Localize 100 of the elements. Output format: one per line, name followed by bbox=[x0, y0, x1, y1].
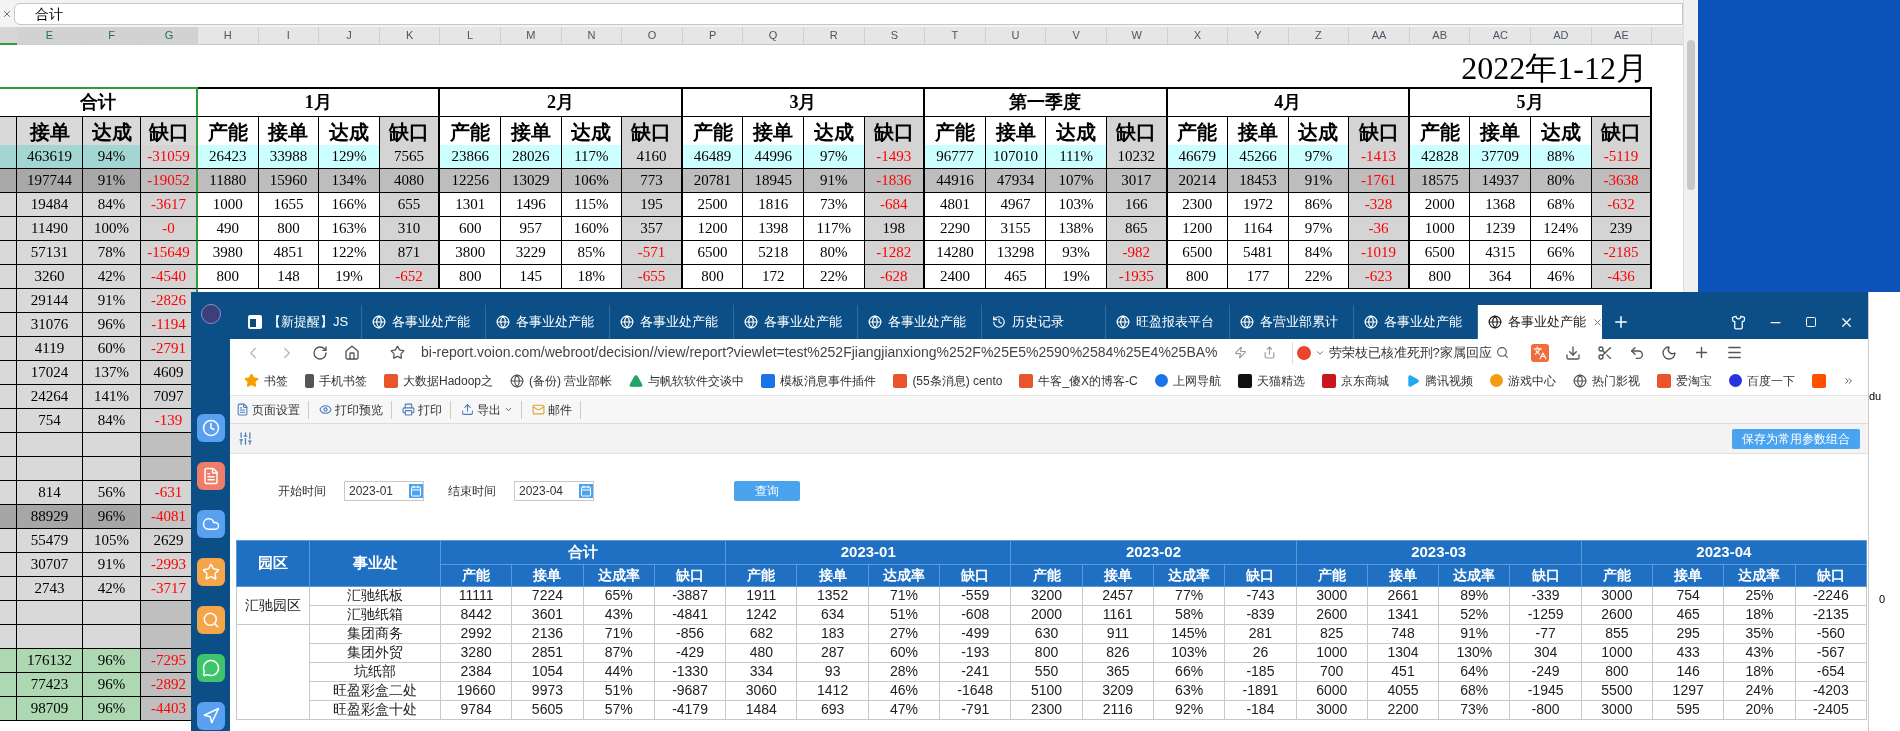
share-icon[interactable] bbox=[1262, 346, 1276, 359]
column-header[interactable]: U bbox=[985, 27, 1047, 45]
maximize-icon[interactable] bbox=[1805, 316, 1817, 328]
column-header[interactable]: G bbox=[141, 27, 198, 45]
calendar-icon[interactable] bbox=[409, 484, 423, 498]
bookmark[interactable]: 热门影视 bbox=[1572, 371, 1640, 390]
bookmark[interactable]: 游戏中心 bbox=[1489, 371, 1556, 390]
browser-tab[interactable]: 【新提醒】JS bbox=[238, 305, 362, 339]
address-field[interactable]: bi-report.voion.com/webroot/decision//view/report?viewlet=test%252Fjiangjianxiong%252F%25E5%2590%2584%25E4%25BA% bbox=[421, 342, 1218, 363]
cloud-icon[interactable] bbox=[196, 510, 225, 538]
avatar[interactable] bbox=[200, 304, 221, 324]
home-icon[interactable] bbox=[344, 344, 360, 361]
shirt-icon[interactable] bbox=[1731, 314, 1746, 330]
column-header[interactable]: AE bbox=[1591, 27, 1653, 45]
column-header[interactable]: AC bbox=[1470, 27, 1532, 45]
scrollbar-thumb[interactable] bbox=[1687, 40, 1695, 190]
table-cell: -1945 bbox=[1509, 681, 1582, 700]
sliders-icon[interactable] bbox=[238, 431, 253, 446]
column-header[interactable]: R bbox=[803, 27, 865, 45]
table-cell: 65% bbox=[583, 586, 655, 605]
browser-tab[interactable]: 各营业部累计 bbox=[1230, 305, 1354, 339]
column-header[interactable]: O bbox=[622, 27, 683, 45]
undo-icon[interactable] bbox=[1628, 344, 1645, 361]
column-header[interactable]: P bbox=[682, 27, 744, 45]
column-header[interactable]: J bbox=[319, 27, 380, 45]
table-cell bbox=[17, 457, 83, 481]
scissors-icon[interactable] bbox=[1596, 344, 1613, 361]
column-header[interactable]: I bbox=[258, 27, 320, 45]
bookmark[interactable]: 天猫精选 bbox=[1237, 371, 1305, 390]
bookmark[interactable]: 牛客_傻X的博客-C bbox=[1019, 371, 1138, 390]
column-header[interactable]: W bbox=[1106, 27, 1168, 45]
bookmark[interactable]: 京东商城 bbox=[1321, 371, 1389, 390]
table-cell: 634 bbox=[797, 605, 869, 624]
bookmark[interactable]: 腾讯视频 bbox=[1405, 371, 1473, 390]
column-header[interactable]: S bbox=[864, 27, 926, 45]
toolbar-button[interactable]: 打印 bbox=[402, 400, 451, 419]
column-header[interactable]: T bbox=[925, 27, 986, 45]
date-field[interactable]: 2023-04 bbox=[514, 481, 594, 501]
search-field[interactable]: 劳荣枝已核准死刑?家属回应 bbox=[1291, 341, 1515, 364]
column-header[interactable]: Y bbox=[1228, 27, 1289, 45]
column-header[interactable]: H bbox=[198, 27, 259, 45]
bookmark[interactable]: 模板消息事件插件 bbox=[761, 371, 877, 390]
table-cell: 693 bbox=[797, 700, 869, 719]
table-cell: 5100 bbox=[1010, 681, 1083, 700]
column-header[interactable]: X bbox=[1167, 27, 1229, 45]
bookmark[interactable]: 与帆软软件交谈中 bbox=[629, 371, 745, 390]
toolbar-button[interactable]: 打印预览 bbox=[319, 400, 392, 419]
column-header[interactable]: N bbox=[561, 27, 623, 45]
toolbar-button[interactable]: 导出 bbox=[461, 400, 522, 419]
table-cell: 13298 bbox=[985, 241, 1047, 265]
column-header[interactable]: L bbox=[440, 27, 501, 45]
bookmark[interactable]: 上网导航 bbox=[1154, 371, 1221, 390]
calendar-icon[interactable] bbox=[579, 484, 593, 498]
column-header[interactable]: Q bbox=[743, 27, 804, 45]
bookmark[interactable]: 手机书签 bbox=[305, 371, 367, 390]
column-header[interactable]: AD bbox=[1531, 27, 1592, 45]
browser-tab[interactable]: 各事业处产能 bbox=[1478, 305, 1602, 339]
translate-icon[interactable] bbox=[1530, 343, 1549, 362]
search-icon[interactable] bbox=[196, 606, 225, 634]
close-icon[interactable] bbox=[1592, 316, 1602, 328]
browser-tab[interactable]: 各事业处产能 bbox=[858, 305, 982, 339]
download-icon[interactable] bbox=[1564, 344, 1581, 361]
formula-field[interactable]: 合计 bbox=[14, 2, 1683, 25]
chat-icon[interactable] bbox=[196, 654, 225, 682]
bookmark[interactable]: (55条消息) cento bbox=[893, 371, 1003, 390]
moon-icon[interactable] bbox=[1660, 344, 1677, 361]
toolbar-button[interactable]: 邮件 bbox=[532, 400, 581, 419]
clock-icon[interactable] bbox=[196, 414, 225, 442]
lightning-icon[interactable] bbox=[1233, 346, 1247, 359]
star-icon[interactable] bbox=[390, 345, 405, 360]
browser-tab[interactable]: 历史记录 bbox=[982, 305, 1106, 339]
bookmark[interactable]: 百度一下 bbox=[1728, 371, 1795, 390]
table-cell: 55479 bbox=[17, 529, 83, 553]
search-icon[interactable] bbox=[1495, 346, 1509, 359]
column-header[interactable]: Z bbox=[1288, 27, 1350, 45]
bookmark[interactable]: (备份) 营业部帐 bbox=[510, 371, 613, 390]
column-header[interactable]: E bbox=[17, 27, 83, 45]
column-header[interactable]: AB bbox=[1409, 27, 1471, 45]
table-cell: 600 bbox=[440, 217, 501, 241]
new-tab-icon[interactable] bbox=[1612, 313, 1630, 331]
column-header[interactable]: M bbox=[500, 27, 562, 45]
date-field[interactable]: 2023-01 bbox=[344, 481, 424, 501]
column-header[interactable]: K bbox=[379, 27, 441, 45]
browser-tab[interactable]: 各事业处产能 bbox=[734, 305, 858, 339]
browser-tab[interactable]: 各事业处产能 bbox=[362, 305, 486, 339]
document-icon[interactable] bbox=[196, 462, 225, 490]
column-header[interactable]: V bbox=[1046, 27, 1107, 45]
bookmark[interactable]: 书签 bbox=[244, 371, 288, 390]
browser-tab[interactable]: 旺盈报表平台 bbox=[1106, 305, 1230, 339]
table-cell: -567 bbox=[1795, 643, 1867, 662]
column-header[interactable]: F bbox=[83, 27, 141, 45]
browser-tab[interactable]: 各事业处产能 bbox=[486, 305, 610, 339]
bookmark[interactable]: 大数据Hadoop之 bbox=[384, 371, 494, 390]
browser-tab[interactable]: 各事业处产能 bbox=[610, 305, 734, 339]
reload-icon[interactable] bbox=[312, 344, 328, 361]
column-header[interactable]: AA bbox=[1349, 27, 1410, 45]
menu-icon[interactable] bbox=[1725, 344, 1743, 361]
cancel-icon[interactable] bbox=[2, 8, 12, 19]
bookmark[interactable]: 爱淘宝 bbox=[1656, 371, 1712, 390]
toolbar-button[interactable]: 页面设置 bbox=[236, 400, 309, 419]
